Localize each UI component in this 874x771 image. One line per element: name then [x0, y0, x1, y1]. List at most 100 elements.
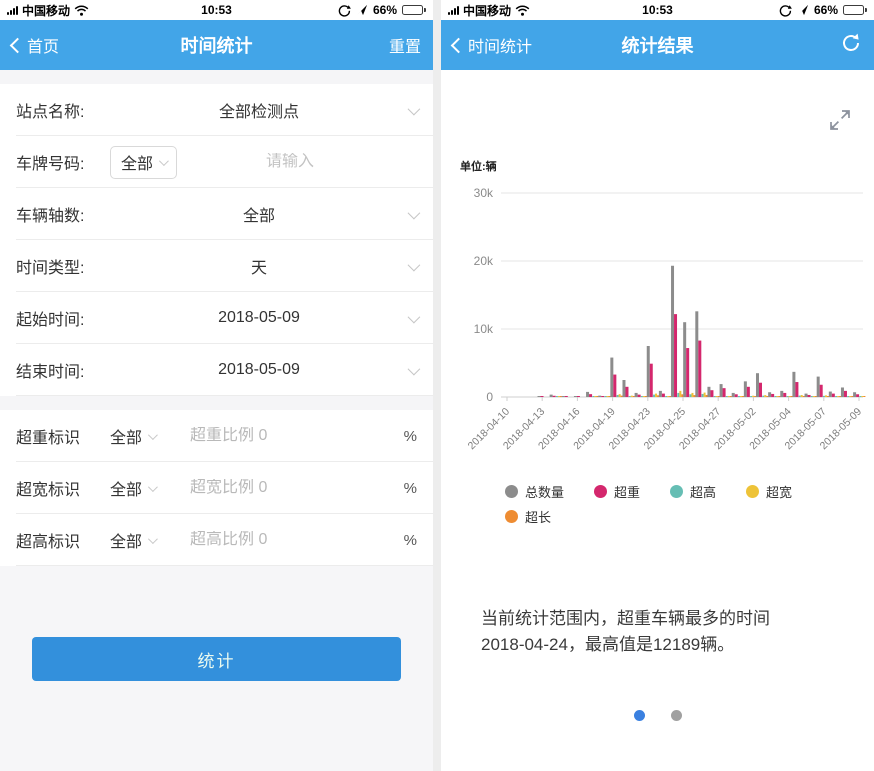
bar	[641, 396, 643, 397]
bar	[766, 396, 768, 397]
bar	[647, 346, 650, 397]
bar	[650, 364, 653, 397]
bar	[560, 396, 562, 397]
overwidth-flag-row: 超宽标识 全部 %	[0, 462, 433, 514]
bar	[756, 373, 759, 397]
battery-percent-label: 66%	[814, 3, 838, 17]
summary-text: 当前统计范围内，超重车辆最多的时间 2018-04-24，最高值是12189辆。	[481, 606, 857, 657]
section-spacer	[0, 70, 433, 84]
bar	[716, 396, 718, 397]
reset-button[interactable]: 重置	[389, 33, 421, 57]
bar	[538, 396, 541, 397]
bar	[683, 322, 686, 397]
battery-icon	[402, 5, 426, 15]
bar	[659, 391, 662, 397]
fullscreen-expand-icon[interactable]	[828, 108, 852, 132]
bar	[827, 396, 829, 397]
legend-item[interactable]: 超重	[594, 482, 640, 501]
back-button[interactable]: 时间统计	[453, 33, 532, 57]
result-content: 单位:辆 010k20k30k2018-04-102018-04-132018-…	[441, 70, 874, 771]
back-button[interactable]: 首页	[12, 33, 59, 57]
legend-label: 总数量	[525, 482, 564, 501]
bar	[787, 396, 789, 397]
bar	[686, 348, 689, 397]
time-type-row[interactable]: 时间类型: 天	[0, 240, 433, 292]
bar	[744, 381, 747, 397]
bar	[622, 380, 625, 397]
start-time-row[interactable]: 起始时间: 2018-05-09	[0, 292, 433, 344]
bar	[629, 396, 631, 397]
plate-number-input[interactable]	[177, 153, 403, 171]
legend-item[interactable]: 超宽	[746, 482, 792, 501]
legend-item[interactable]: 超高	[670, 482, 716, 501]
dropdown-value: 全部	[121, 150, 153, 174]
bar	[771, 394, 774, 397]
overweight-ratio-input[interactable]	[176, 427, 397, 445]
y-tick-label: 10k	[474, 322, 494, 336]
bar	[625, 387, 628, 397]
bar	[609, 396, 611, 397]
location-arrow-icon	[797, 4, 809, 16]
plate-number-row: 车牌号码: 全部	[0, 136, 433, 188]
bar	[738, 396, 740, 397]
overheight-flag-dropdown[interactable]: 全部	[110, 528, 176, 552]
overweight-flag-dropdown[interactable]: 全部	[110, 424, 176, 448]
bar	[631, 396, 633, 397]
end-time-row[interactable]: 结束时间: 2018-05-09	[0, 344, 433, 396]
bar	[601, 396, 604, 397]
bar	[795, 382, 798, 397]
station-name-row[interactable]: 站点名称: 全部检测点	[0, 84, 433, 136]
bar	[677, 393, 679, 397]
status-bar: 中国移动 10:53 66%	[0, 0, 433, 20]
bar	[550, 395, 553, 397]
legend-label: 超宽	[766, 482, 792, 501]
bar	[780, 391, 783, 397]
bar	[605, 396, 607, 397]
chevron-down-icon	[408, 362, 421, 375]
bar	[791, 396, 793, 397]
plate-type-dropdown[interactable]: 全部	[110, 146, 177, 179]
bar	[776, 396, 778, 397]
bar	[662, 394, 665, 397]
field-value: 2018-05-09	[110, 309, 408, 327]
overwidth-flag-dropdown[interactable]: 全部	[110, 476, 176, 500]
overheight-ratio-input[interactable]	[176, 531, 397, 549]
y-tick-label: 20k	[474, 254, 494, 268]
overwidth-ratio-input[interactable]	[176, 479, 397, 497]
back-chevron-icon	[451, 37, 467, 53]
bar	[856, 394, 859, 397]
nav-bar: 时间统计 统计结果	[441, 20, 874, 70]
axle-count-row[interactable]: 车辆轴数: 全部	[0, 188, 433, 240]
chevron-down-icon	[408, 258, 421, 271]
right-screen-statistics-result: 中国移动 10:53 66%	[441, 0, 874, 771]
refresh-button[interactable]	[840, 32, 862, 59]
bar	[669, 396, 671, 397]
chart-legend: 总数量 超重 超高 超宽超长	[505, 482, 865, 526]
field-label: 超宽标识	[16, 476, 110, 500]
bar	[655, 394, 657, 397]
bar	[839, 396, 841, 397]
left-screen-time-statistics: 中国移动 10:53 66%	[0, 0, 433, 771]
bar	[574, 396, 577, 397]
chevron-down-icon	[408, 310, 421, 323]
legend-item[interactable]: 超长	[505, 507, 551, 526]
pager-dot-active[interactable]	[634, 710, 645, 721]
bar	[598, 396, 601, 397]
bar	[730, 396, 732, 397]
statistics-submit-button[interactable]: 统计	[32, 637, 401, 681]
bar	[792, 372, 795, 397]
bar	[811, 396, 813, 397]
bar	[695, 311, 698, 397]
bar	[638, 395, 641, 397]
percent-suffix: %	[397, 532, 417, 549]
bar	[832, 394, 835, 397]
field-label: 时间类型:	[16, 254, 110, 278]
dual-screenshot-stage: 中国移动 10:53 66%	[0, 0, 874, 771]
percent-suffix: %	[397, 428, 417, 445]
bar	[689, 394, 691, 397]
rotation-lock-icon	[779, 4, 792, 17]
bar	[728, 396, 730, 397]
rotation-lock-icon	[338, 4, 351, 17]
pager-dot[interactable]	[671, 710, 682, 721]
legend-item[interactable]: 总数量	[505, 482, 564, 501]
